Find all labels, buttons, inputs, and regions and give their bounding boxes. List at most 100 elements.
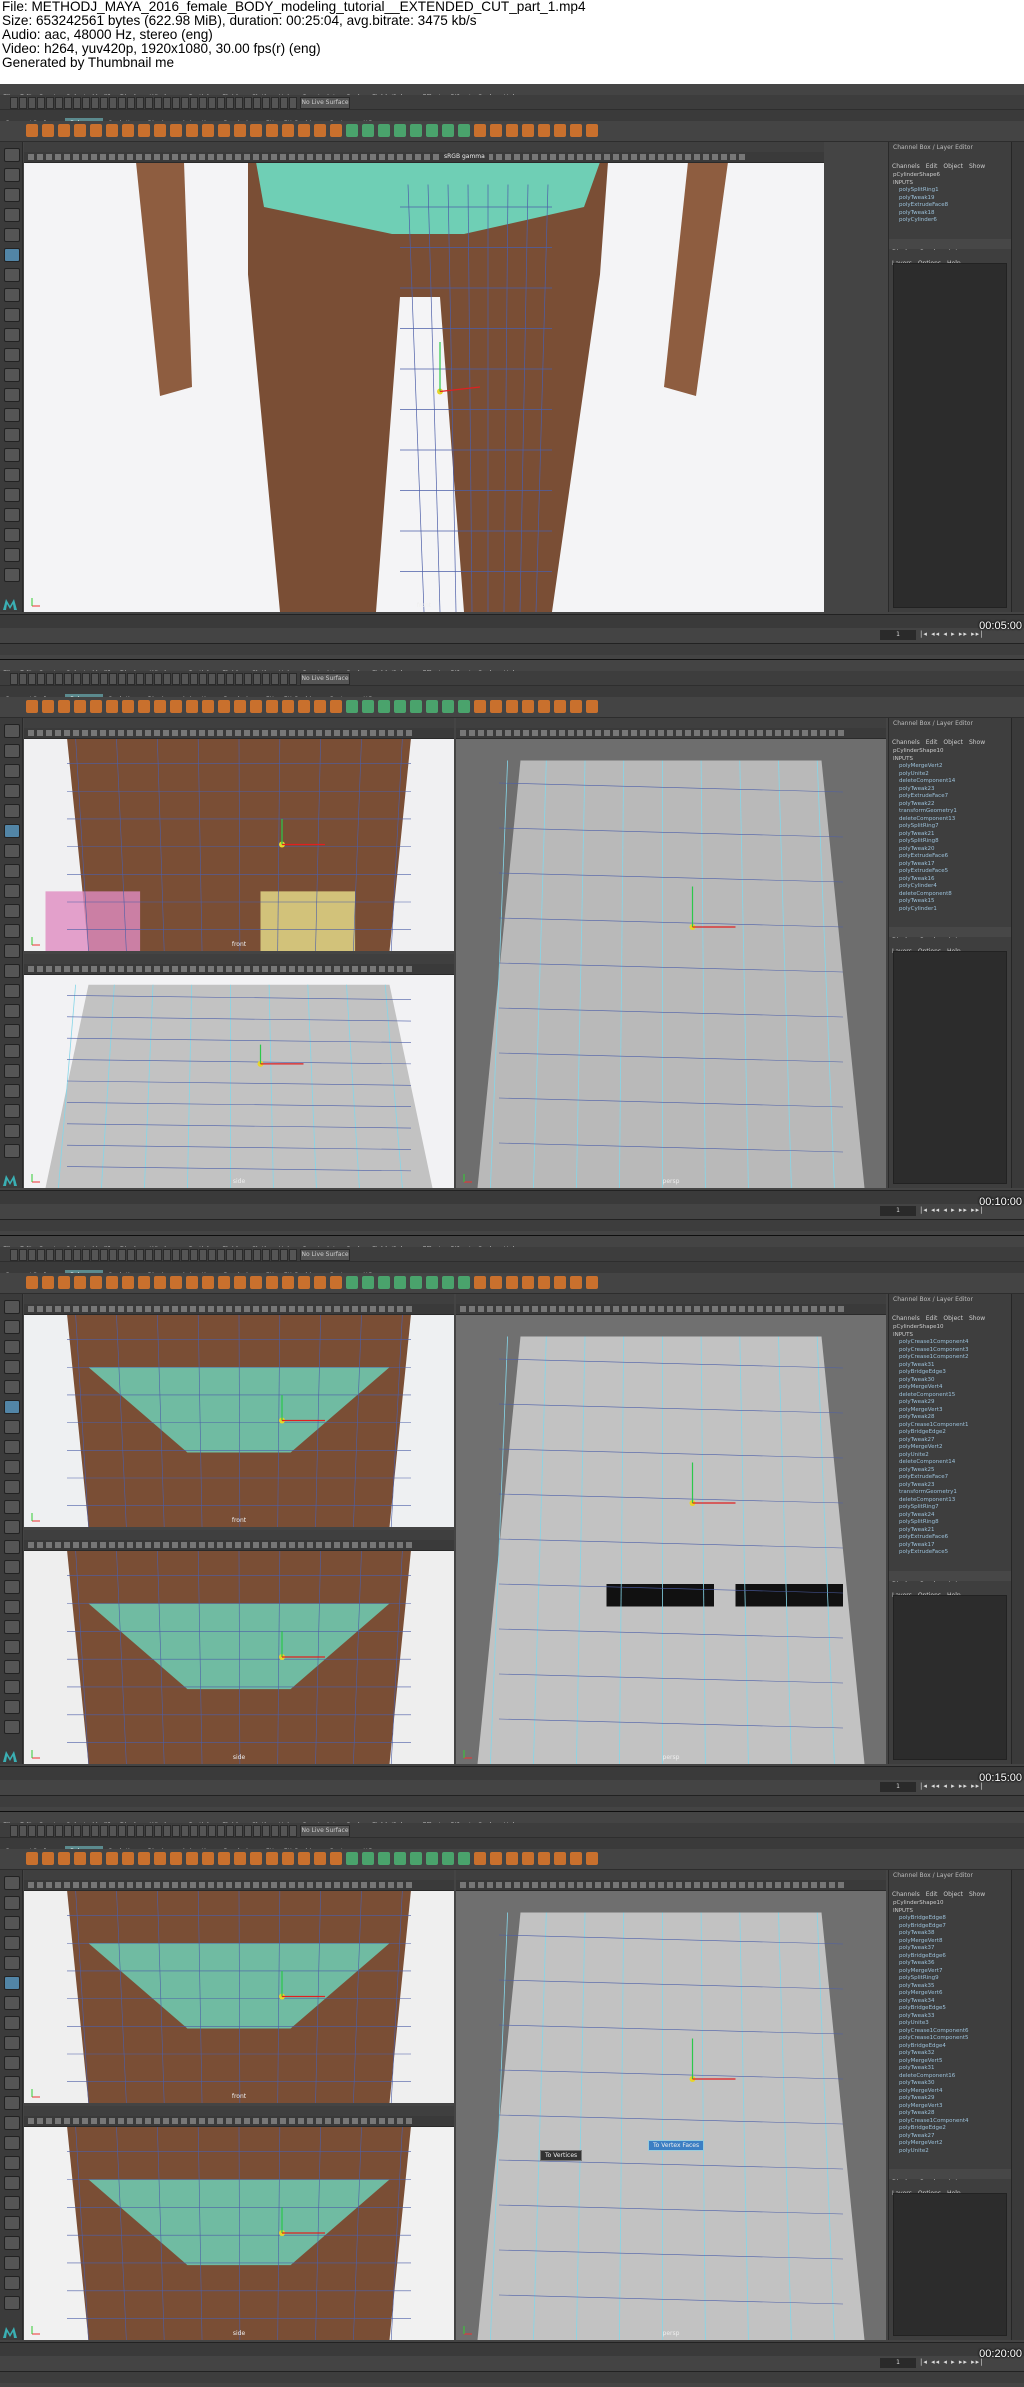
history-node[interactable]: polyExtrudeFace6	[889, 1534, 1011, 1542]
shelf-tool-icon[interactable]	[122, 1852, 134, 1865]
tool-icon[interactable]	[4, 1660, 20, 1674]
history-node[interactable]: polyTweak17	[889, 1542, 1011, 1550]
viewport-tool-icon[interactable]	[613, 730, 619, 736]
status-line-button[interactable]	[100, 673, 108, 685]
status-line-button[interactable]	[199, 1825, 207, 1837]
shelf-tool-icon[interactable]	[154, 1276, 166, 1289]
status-line-button[interactable]	[172, 97, 180, 109]
shelf-tool-icon[interactable]	[394, 1852, 406, 1865]
attribute-editor-strip[interactable]	[1011, 718, 1024, 1188]
viewport-tool-icon[interactable]	[37, 154, 43, 160]
viewport-tool-icon[interactable]	[487, 1882, 493, 1888]
viewport-tool-icon[interactable]	[163, 2118, 169, 2124]
viewport-tool-icon[interactable]	[388, 154, 394, 160]
status-line-button[interactable]	[208, 1825, 216, 1837]
viewport-tool-icon[interactable]	[577, 1882, 583, 1888]
viewport-tool-icon[interactable]	[397, 154, 403, 160]
viewport-tool-icon[interactable]	[649, 730, 655, 736]
viewport-tool-icon[interactable]	[757, 1306, 763, 1312]
viewport-tool-icon[interactable]	[388, 966, 394, 972]
shelf-tool-icon[interactable]	[506, 700, 518, 713]
viewport-tool-icon[interactable]	[262, 1542, 268, 1548]
viewport-tool-icon[interactable]	[82, 966, 88, 972]
shelf-tool-icon[interactable]	[410, 700, 422, 713]
history-node[interactable]: polyTweak20	[889, 846, 1011, 854]
status-line-button[interactable]	[136, 1249, 144, 1261]
viewport-tool-icon[interactable]	[541, 730, 547, 736]
shelf-tool-icon[interactable]	[266, 700, 278, 713]
status-line-button[interactable]	[244, 673, 252, 685]
status-line-button[interactable]	[28, 1249, 36, 1261]
viewport-tool-icon[interactable]	[667, 1882, 673, 1888]
status-line-button[interactable]	[46, 1249, 54, 1261]
timeline[interactable]	[0, 614, 1024, 628]
viewport-tool-icon[interactable]	[334, 730, 340, 736]
shelf-tool-icon[interactable]	[250, 700, 262, 713]
viewport-tool-icon[interactable]	[631, 1306, 637, 1312]
viewport-tool-icon[interactable]	[118, 2118, 124, 2124]
channel-tab-object[interactable]: Object	[940, 739, 966, 746]
viewport-tool-icon[interactable]	[28, 1882, 34, 1888]
tool-icon[interactable]	[4, 1500, 20, 1514]
history-node[interactable]: transformGeometry1	[889, 808, 1011, 816]
viewport-tool-icon[interactable]	[55, 1882, 61, 1888]
viewport-tool-icon[interactable]	[469, 730, 475, 736]
history-node[interactable]: polyTweak30	[889, 1377, 1011, 1385]
history-node[interactable]: polyBridgeEdge2	[889, 2125, 1011, 2133]
viewport-tool-icon[interactable]	[694, 154, 700, 160]
viewport-tool-icon[interactable]	[622, 1882, 628, 1888]
viewport-tool-icon[interactable]	[685, 1306, 691, 1312]
status-line-button[interactable]	[226, 673, 234, 685]
viewport-tool-icon[interactable]	[838, 1882, 844, 1888]
viewport-side[interactable]: ViewShadingLightingShowRendererPanelssid…	[24, 954, 454, 1188]
status-line-button[interactable]	[262, 1825, 270, 1837]
viewport-persp[interactable]: ViewShadingLightingShowRendererPanelsper…	[456, 718, 886, 1188]
status-line-button[interactable]	[82, 1825, 90, 1837]
tool-icon[interactable]	[4, 468, 20, 482]
viewport-tool-icon[interactable]	[118, 154, 124, 160]
viewport-tool-icon[interactable]	[190, 2118, 196, 2124]
viewport-tool-icon[interactable]	[739, 154, 745, 160]
tool-icon[interactable]	[4, 448, 20, 462]
viewport-tool-icon[interactable]	[46, 2118, 52, 2124]
shelf-tool-icon[interactable]	[330, 700, 342, 713]
viewport-tool-icon[interactable]	[136, 2118, 142, 2124]
viewport-tool-icon[interactable]	[208, 1882, 214, 1888]
shelf-tool-icon[interactable]	[442, 700, 454, 713]
tool-icon[interactable]	[4, 488, 20, 502]
viewport-tool-icon[interactable]	[181, 1542, 187, 1548]
viewport-tool-icon[interactable]	[271, 730, 277, 736]
viewport-tool-icon[interactable]	[334, 2118, 340, 2124]
viewport-tool-icon[interactable]	[514, 154, 520, 160]
tool-icon[interactable]	[4, 2096, 20, 2110]
viewport-tool-icon[interactable]	[145, 966, 151, 972]
viewport-tool-icon[interactable]	[109, 1306, 115, 1312]
viewport-tool-icon[interactable]	[253, 966, 259, 972]
shelf-tool-icon[interactable]	[170, 124, 182, 137]
status-line-button[interactable]	[73, 1249, 81, 1261]
command-line[interactable]	[0, 1219, 1024, 1231]
viewport-tool-icon[interactable]	[37, 2118, 43, 2124]
shelf-tool-icon[interactable]	[426, 1852, 438, 1865]
timeline[interactable]	[0, 1190, 1024, 1204]
viewport-tool-icon[interactable]	[604, 1306, 610, 1312]
status-line-button[interactable]	[73, 673, 81, 685]
viewport-tool-icon[interactable]	[685, 1882, 691, 1888]
shelf-tool-icon[interactable]	[346, 1852, 358, 1865]
shelf-tool-icon[interactable]	[522, 124, 534, 137]
viewport-tool-icon[interactable]	[676, 154, 682, 160]
viewport-tool-icon[interactable]	[280, 966, 286, 972]
channel-tab-edit[interactable]: Edit	[923, 739, 941, 746]
viewport-tool-icon[interactable]	[91, 1542, 97, 1548]
status-line-button[interactable]	[154, 1825, 162, 1837]
viewport-tool-icon[interactable]	[199, 966, 205, 972]
viewport-tool-icon[interactable]	[208, 1306, 214, 1312]
viewport-tool-icon[interactable]	[325, 1882, 331, 1888]
shelf-tool-icon[interactable]	[42, 124, 54, 137]
shelf-tool-icon[interactable]	[298, 700, 310, 713]
status-line-button[interactable]	[280, 97, 288, 109]
viewport-tool-icon[interactable]	[631, 730, 637, 736]
viewport-tool-icon[interactable]	[280, 154, 286, 160]
history-node[interactable]: polyCrease1Component1	[889, 1422, 1011, 1430]
viewport-tool-icon[interactable]	[145, 1542, 151, 1548]
